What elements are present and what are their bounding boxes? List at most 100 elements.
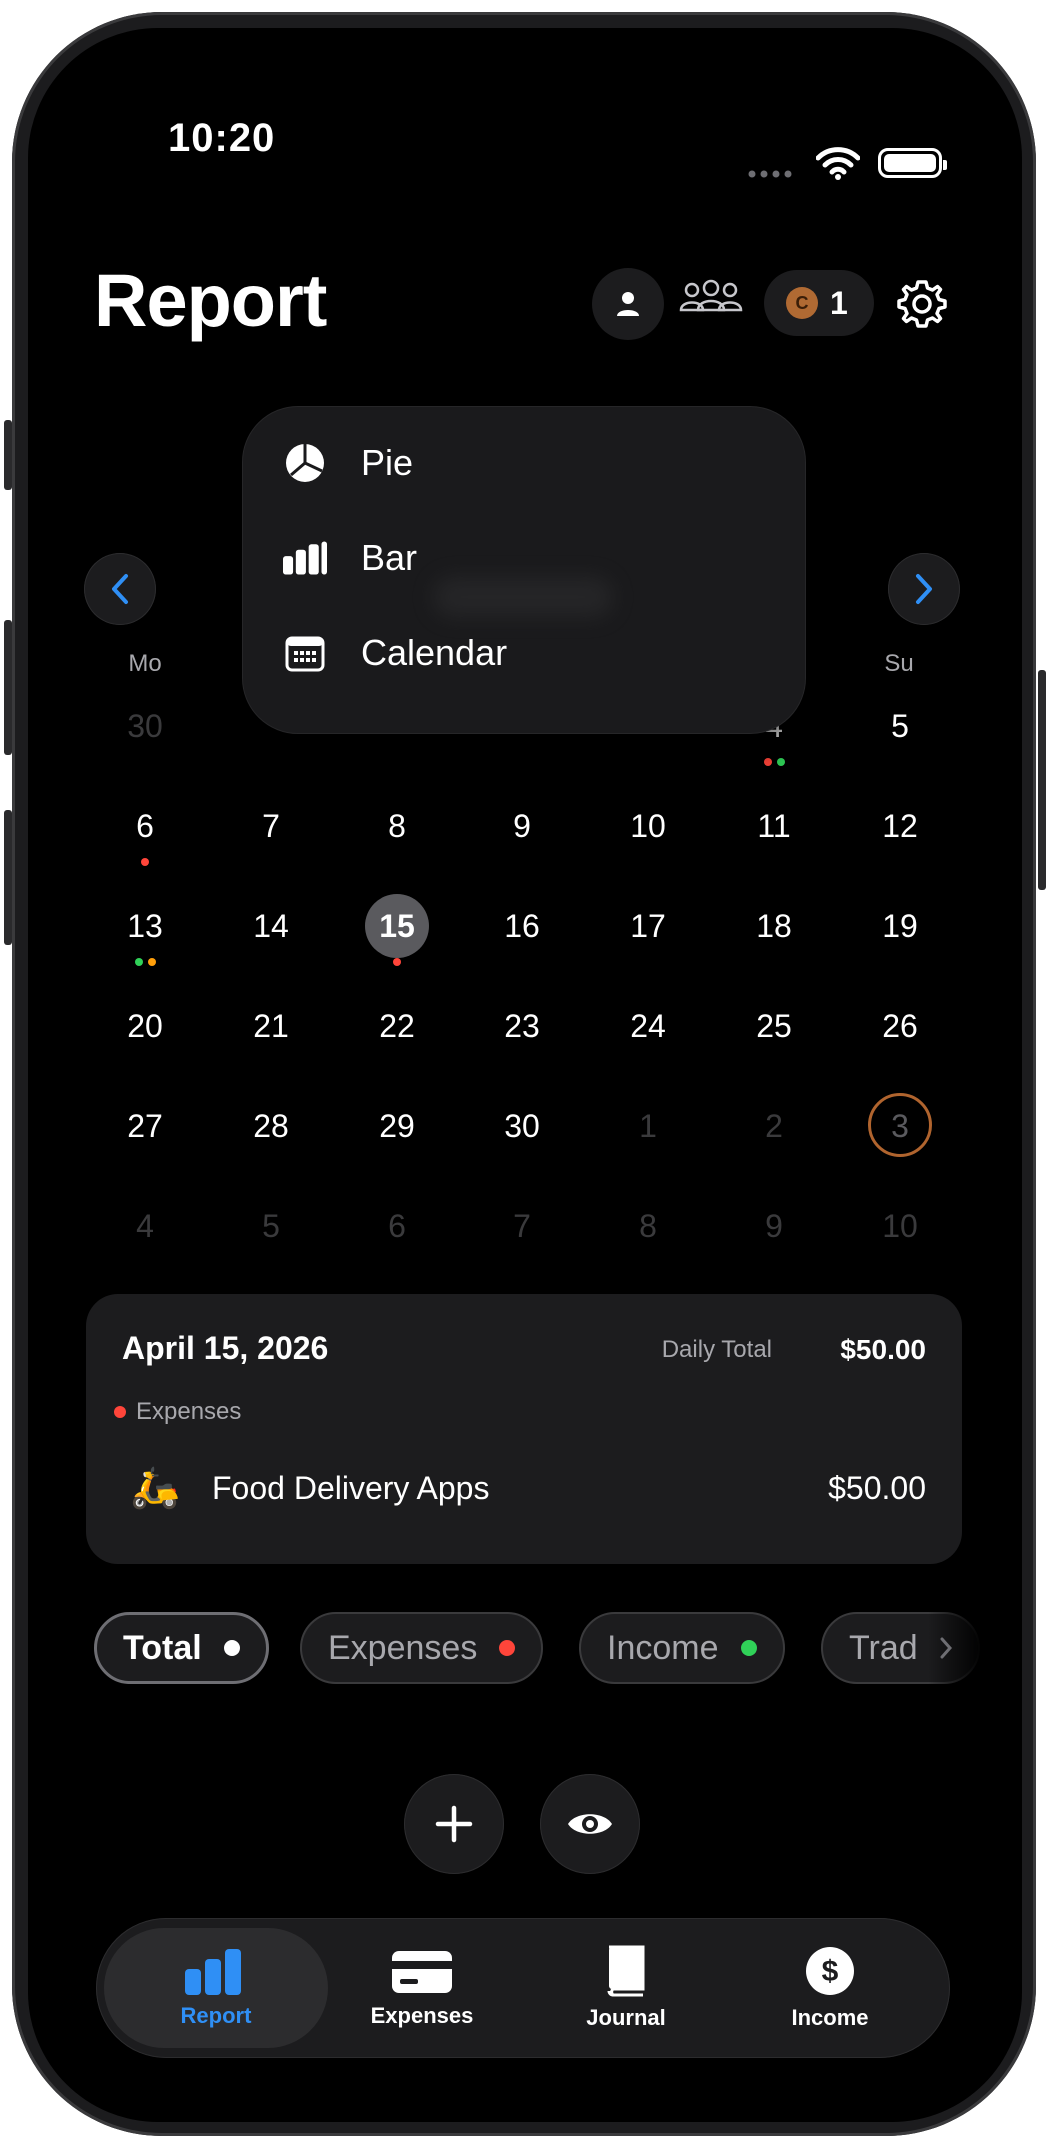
menu-item-bar[interactable]: Bar [283,528,417,588]
calendar-day[interactable]: 1 [608,1108,688,1145]
chevron-right-icon[interactable] [938,1636,954,1660]
page-title: Report [94,259,327,342]
calendar-day[interactable]: 16 [482,908,562,945]
calendar-day[interactable]: 28 [231,1108,311,1145]
filter-chip-income[interactable]: Income [579,1612,785,1684]
calendar-day[interactable]: 5 [860,708,940,745]
chip-label: Expenses [328,1628,478,1667]
calendar-day[interactable]: 6 [357,1208,437,1245]
calendar-day[interactable]: 7 [482,1208,562,1245]
tab-expenses[interactable]: Expenses [310,1928,534,2048]
month-title-blurred [433,577,613,617]
calendar-icon [285,636,325,672]
expense-dot [499,1640,516,1656]
screen: 10:20 Report C 1 Mo Su 30 5 6 7 8 9 10 1… [28,28,1022,2122]
pie-chart-icon [286,444,324,482]
tab-label: Income [791,2005,869,2030]
calendar-day[interactable]: 23 [482,1008,562,1045]
plus-icon [435,1805,473,1843]
bar-chart-icon [283,541,327,575]
cellular-signal-icon [748,170,792,178]
calendar-day[interactable]: 26 [860,1008,940,1045]
calendar-day[interactable]: 9 [482,808,562,845]
card-date: April 15, 2026 [122,1330,329,1366]
settings-button[interactable] [894,276,950,337]
calendar-day[interactable]: 19 [860,908,940,945]
calendar-day[interactable]: 3 [860,1108,940,1145]
calendar-day[interactable]: 30 [482,1108,562,1145]
calendar-day[interactable]: 8 [608,1208,688,1245]
credit-card-icon [392,1951,452,1993]
calendar-day[interactable]: 17 [608,908,688,945]
tab-journal[interactable]: Journal [514,1928,738,2048]
calendar-day[interactable]: 21 [231,1008,311,1045]
calendar-day[interactable]: 9 [734,1208,814,1245]
calendar-day[interactable]: 4 [105,1208,185,1245]
calendar-day[interactable]: 7 [231,808,311,845]
volume-down-button [4,810,12,945]
bar-chart-icon [185,1949,241,1995]
expense-dot [114,1406,126,1418]
calendar-day[interactable]: 22 [357,1008,437,1045]
calendar-day[interactable]: 25 [734,1008,814,1045]
previous-month-button[interactable] [84,553,156,625]
visibility-toggle-button[interactable] [540,1774,640,1874]
calendar-day[interactable]: 12 [860,808,940,845]
add-transaction-button[interactable] [404,1774,504,1874]
chevron-right-icon [916,574,932,604]
calendar-day[interactable]: 13 [105,908,185,945]
filter-chip-total[interactable]: Total [94,1612,269,1684]
chart-type-menu: Pie Bar Calendar [242,406,806,734]
tab-bar: Report Expenses Journal $ Income [96,1918,950,2058]
transaction-dot [134,958,143,966]
menu-item-calendar[interactable]: Calendar [283,623,507,683]
calendar-day[interactable]: 11 [734,808,814,845]
calendar-day[interactable]: 2 [734,1108,814,1145]
book-icon [607,1945,645,1997]
calendar-day[interactable]: 27 [105,1108,185,1145]
profile-button[interactable] [592,268,664,340]
category-label: Expenses [136,1398,242,1425]
transaction-dot [763,758,772,766]
chevron-left-icon [112,574,128,604]
menu-item-label: Pie [361,442,414,483]
side-button [4,420,12,490]
tab-label: Report [180,2003,252,2028]
calendar-day[interactable]: 20 [105,1008,185,1045]
next-month-button[interactable] [888,553,960,625]
menu-item-label: Calendar [361,632,508,673]
people-group-icon [679,279,743,312]
calendar-day[interactable]: 29 [357,1108,437,1145]
wifi-icon [816,147,860,180]
coin-balance-button[interactable]: C 1 [764,270,874,336]
gear-icon [897,280,947,328]
tab-label: Expenses [370,2003,474,2028]
calendar-day[interactable]: 5 [231,1208,311,1245]
daily-total-label: Daily Total [661,1336,772,1363]
menu-item-pie[interactable]: Pie [283,433,413,493]
calendar-day[interactable]: 24 [608,1008,688,1045]
scooter-icon: 🛵 [130,1466,180,1510]
svg-text:$: $ [822,1955,839,1988]
transaction-dot [147,958,156,966]
calendar-day[interactable]: 30 [105,708,185,745]
group-button[interactable] [678,278,744,327]
calendar-day[interactable]: 10 [860,1208,940,1245]
person-icon [617,292,639,316]
calendar-day[interactable]: 18 [734,908,814,945]
filter-chip-expenses[interactable]: Expenses [300,1612,544,1684]
calendar-day[interactable]: 15 [357,908,437,945]
menu-item-label: Bar [361,537,418,578]
calendar-day[interactable]: 8 [357,808,437,845]
calendar-day[interactable]: 6 [105,808,185,845]
calendar-day[interactable]: 14 [231,908,311,945]
tab-income[interactable]: $ Income [718,1928,942,2048]
battery-icon [878,148,947,178]
chip-label: Income [607,1628,719,1667]
calendar-day[interactable]: 10 [608,808,688,845]
income-dot [740,1640,757,1656]
tab-report[interactable]: Report [104,1928,328,2048]
total-dot [223,1640,240,1656]
weekday-monday: Mo [128,650,162,677]
transaction-name: Food Delivery Apps [212,1470,490,1506]
